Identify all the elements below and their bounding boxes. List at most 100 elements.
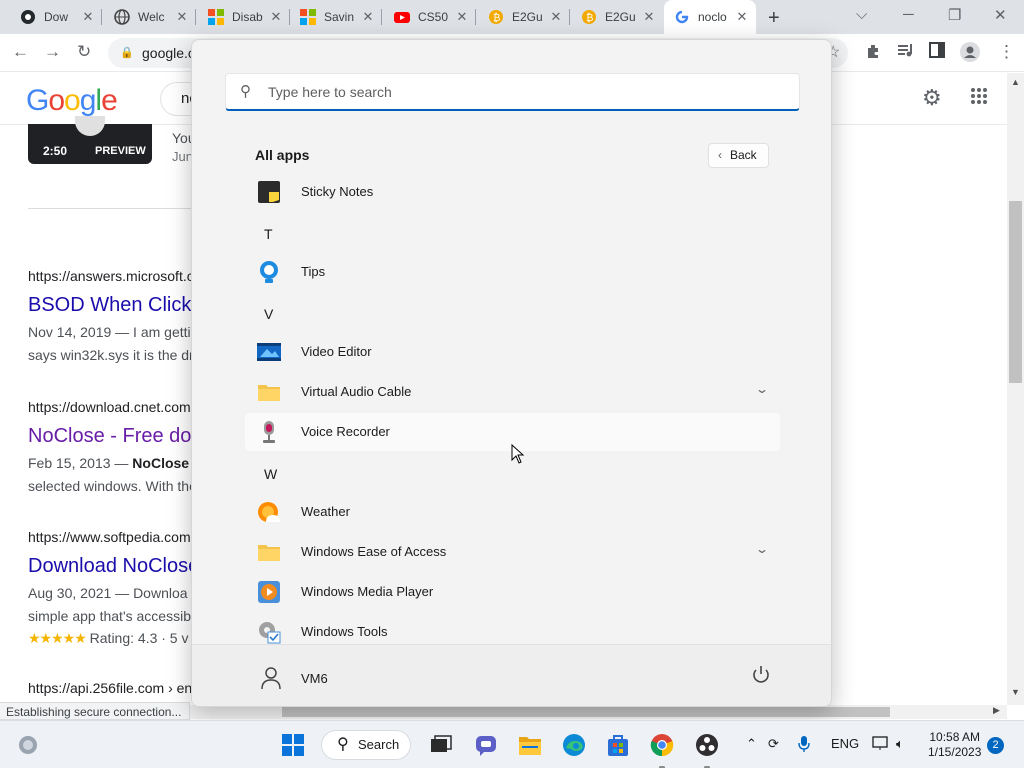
scroll-right-icon[interactable]: ▶	[993, 705, 1000, 716]
mouse-cursor-icon	[511, 444, 525, 464]
media-control-icon[interactable]	[897, 42, 915, 63]
windows-start-icon[interactable]	[281, 733, 305, 757]
apps-grid-icon[interactable]	[970, 85, 988, 111]
minimize-icon[interactable]: ─	[903, 6, 914, 23]
chrome-menu-icon[interactable]: ⋮	[998, 42, 1015, 62]
reload-icon[interactable]: ↻	[77, 42, 91, 62]
user-name[interactable]: VM6	[301, 671, 328, 686]
chrome-icon[interactable]	[650, 733, 674, 757]
chevron-down-icon[interactable]: ⌄	[755, 382, 769, 396]
app-sticky-notes[interactable]: Sticky Notes	[245, 173, 780, 211]
clock-time: 10:58 AM	[929, 730, 981, 744]
file-explorer-icon[interactable]	[518, 733, 542, 757]
close-icon[interactable]: ✕	[174, 9, 190, 25]
profile-avatar-icon[interactable]	[960, 42, 980, 67]
microsoft-store-icon[interactable]	[606, 733, 630, 757]
task-view-icon[interactable]	[429, 733, 453, 757]
e2guardian-icon: ₿	[488, 9, 504, 25]
letter-header[interactable]: W	[264, 466, 277, 482]
chevron-left-icon: ‹	[718, 148, 722, 162]
forward-arrow-icon[interactable]: →	[44, 42, 61, 62]
extensions-icon[interactable]	[865, 42, 882, 64]
app-video-editor[interactable]: Video Editor	[245, 333, 780, 371]
side-panel-icon[interactable]	[929, 42, 945, 63]
power-icon[interactable]	[750, 664, 772, 686]
language-indicator[interactable]: ENG	[831, 736, 859, 751]
tab-dow[interactable]: Dow ✕	[10, 0, 102, 34]
new-tab-button[interactable]: +	[768, 7, 780, 30]
result-title-link[interactable]: BSOD When Click	[28, 294, 191, 317]
start-search-placeholder: Type here to search	[268, 84, 392, 100]
start-search-input[interactable]: ⚲ Type here to search	[225, 73, 800, 111]
volume-icon[interactable]: 🔈︎	[896, 736, 904, 752]
tab-welc[interactable]: Welc ✕	[104, 0, 196, 34]
folder-windows-ease-of-access[interactable]: Windows Ease of Access ⌄	[245, 533, 780, 571]
close-icon[interactable]: ✕	[548, 9, 564, 25]
result-snippet: Aug 30, 2021 — Downloa	[28, 585, 188, 601]
obs-studio-icon[interactable]	[695, 733, 719, 757]
close-icon[interactable]: ✕	[454, 9, 470, 25]
windows-tools-icon	[257, 620, 281, 644]
system-clock[interactable]: 10:58 AM 1/15/2023	[928, 730, 981, 760]
close-icon[interactable]: ✕	[641, 9, 657, 25]
tab-disab[interactable]: Disab ✕	[198, 0, 290, 34]
result-url: https://download.cnet.com	[28, 399, 191, 415]
close-icon[interactable]: ✕	[360, 9, 376, 25]
edge-browser-icon[interactable]	[562, 733, 586, 757]
scroll-down-icon[interactable]: ▼	[1011, 687, 1020, 697]
media-player-icon	[257, 580, 281, 604]
close-icon[interactable]: ✕	[734, 9, 750, 25]
microphone-icon[interactable]	[798, 736, 810, 755]
result-rating: ★★★★★ Rating: 4.3 · 5 v	[28, 630, 189, 646]
address-url: google.c	[142, 45, 195, 61]
tab-search-icon[interactable]: ⌵	[856, 6, 867, 23]
show-hidden-icons-chevron-icon[interactable]: ⌃	[746, 736, 757, 752]
logo-letter: o	[64, 84, 81, 117]
tab-savin[interactable]: Savin ✕	[290, 0, 382, 34]
divider	[28, 208, 198, 209]
app-windows-media-player[interactable]: Windows Media Player	[245, 573, 780, 611]
video-editor-icon	[257, 340, 281, 364]
tab-title: Disab	[232, 10, 263, 24]
scroll-up-icon[interactable]: ▲	[1011, 77, 1020, 87]
restore-icon[interactable]: ❐	[948, 6, 961, 24]
clock-date: 1/15/2023	[928, 745, 982, 759]
letter-header[interactable]: T	[264, 226, 273, 242]
network-icon[interactable]	[872, 736, 888, 753]
google-logo[interactable]: Google	[26, 84, 118, 118]
tab-cs50[interactable]: CS50 ✕	[384, 0, 476, 34]
tab-e2gu-2[interactable]: ₿ E2Gu ✕	[571, 0, 663, 34]
back-button[interactable]: ‹ Back	[708, 143, 769, 168]
sync-icon[interactable]: ⟳	[768, 736, 779, 752]
chevron-down-icon[interactable]: ⌄	[755, 542, 769, 556]
taskbar-search-button[interactable]: ⚲ Search	[321, 730, 411, 760]
teams-chat-icon[interactable]	[474, 733, 498, 757]
search-icon: ⚲	[337, 736, 349, 753]
tab-title: CS50	[418, 10, 449, 24]
tab-e2gu-1[interactable]: ₿ E2Gu ✕	[478, 0, 570, 34]
close-window-icon[interactable]: ✕	[994, 6, 1007, 24]
weather-widget-icon[interactable]	[16, 733, 40, 757]
tab-title: E2Gu	[512, 10, 543, 24]
close-icon[interactable]: ✕	[268, 9, 284, 25]
video-preview-label: PREVIEW	[95, 145, 146, 157]
folder-virtual-audio-cable[interactable]: Virtual Audio Cable ⌄	[245, 373, 780, 411]
letter-header[interactable]: V	[264, 306, 273, 322]
back-arrow-icon[interactable]: ←	[12, 42, 29, 62]
result-title-link[interactable]: NoClose - Free do	[28, 425, 191, 448]
scrollbar-thumb[interactable]	[282, 707, 890, 717]
video-duration: 2:50	[43, 144, 68, 158]
lock-icon: 🔒	[120, 47, 134, 59]
vertical-scrollbar[interactable]: ▲ ▼	[1007, 73, 1024, 705]
start-menu: ⚲ Type here to search All apps ‹ Back Sti…	[191, 39, 832, 707]
app-weather[interactable]: Weather	[245, 493, 780, 531]
scrollbar-thumb[interactable]	[1009, 201, 1022, 383]
app-tips[interactable]: Tips	[245, 253, 780, 291]
result-title-link[interactable]: Download NoClose	[28, 555, 199, 578]
tab-noclo[interactable]: noclo ✕	[664, 0, 756, 34]
notification-badge[interactable]: 2	[987, 737, 1004, 754]
settings-gear-icon[interactable]: ⚙	[922, 85, 942, 111]
video-thumbnail[interactable]: 2:50 PREVIEW	[28, 116, 152, 164]
user-icon[interactable]	[258, 665, 284, 691]
close-icon[interactable]: ✕	[80, 9, 96, 25]
